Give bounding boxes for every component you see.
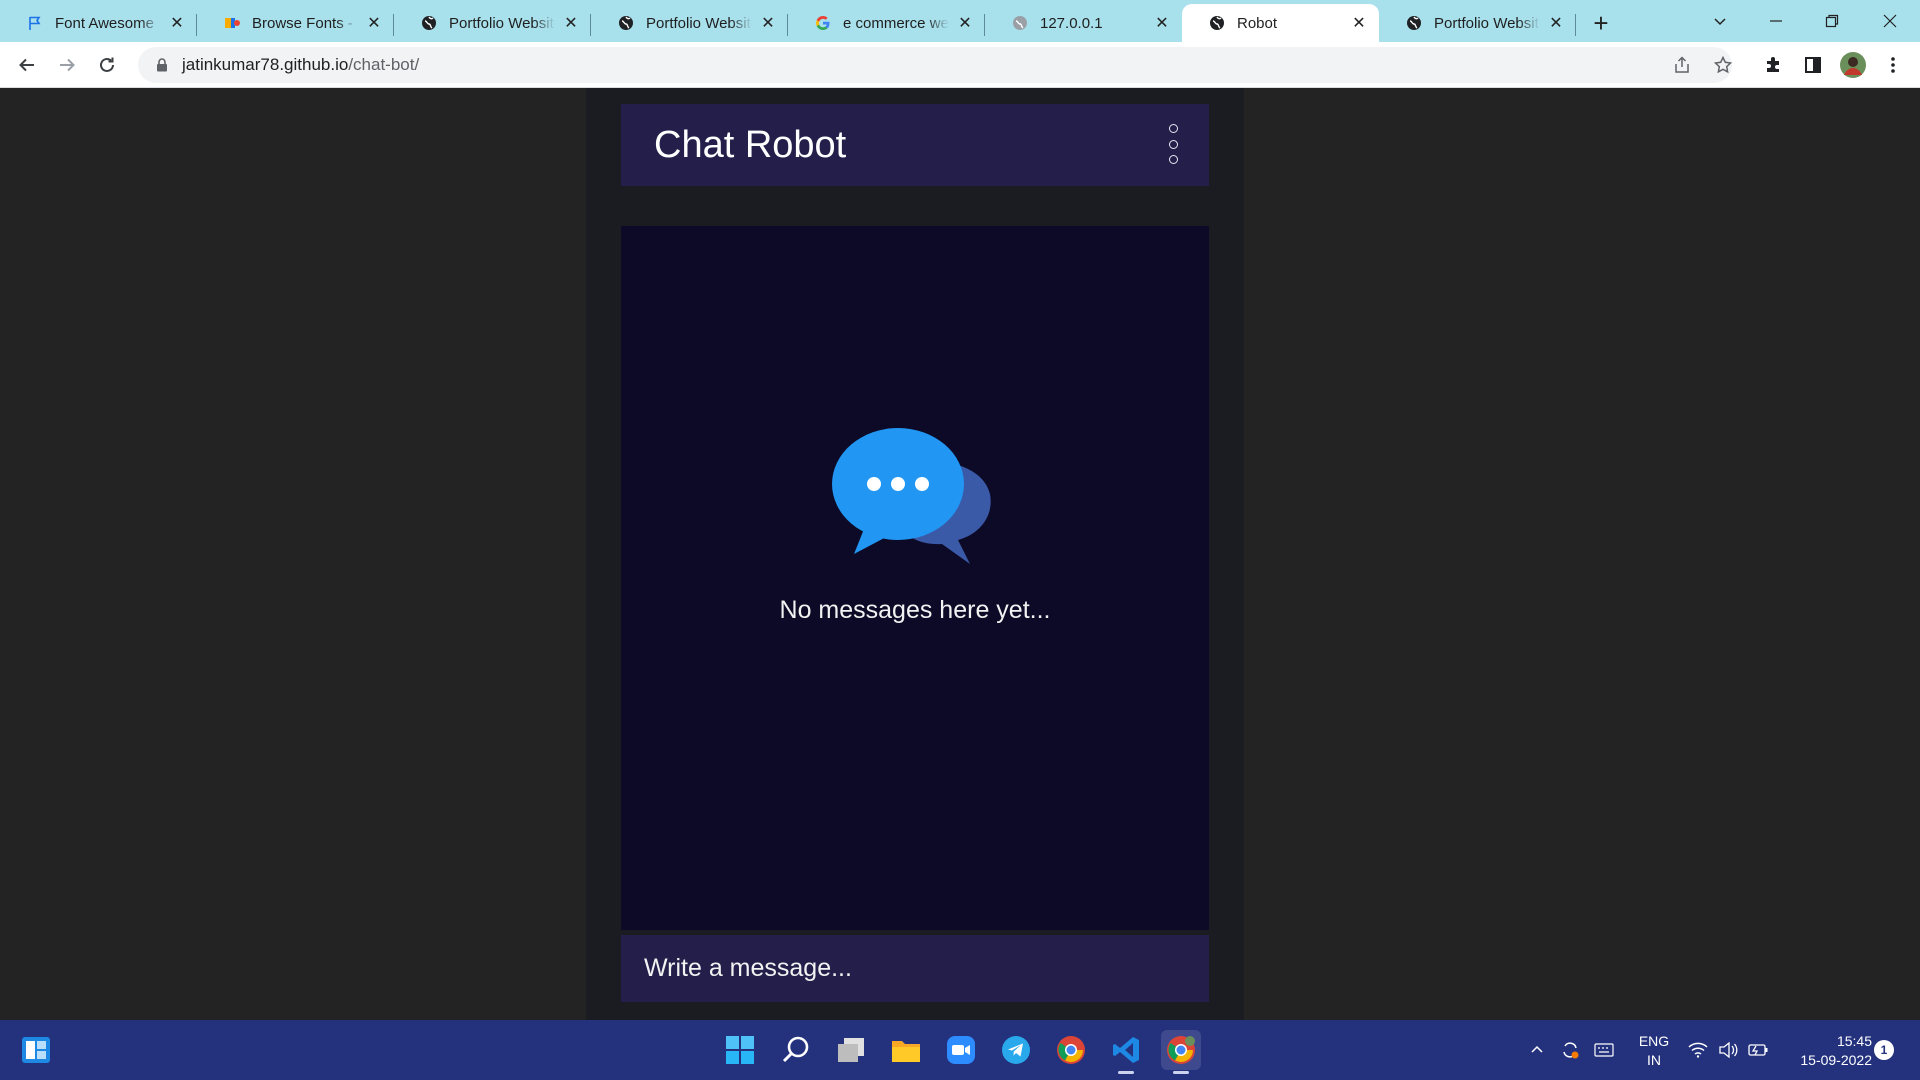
tab-close-icon[interactable]: ✕ [758, 13, 778, 33]
region-code: IN [1647, 1052, 1661, 1068]
reload-icon[interactable] [92, 50, 122, 80]
running-indicator [1118, 1071, 1134, 1074]
language-code: ENG [1638, 1033, 1670, 1049]
file-explorer-icon[interactable] [886, 1030, 926, 1070]
empty-state-text: No messages here yet... [779, 596, 1051, 624]
browser-toolbar: jatinkumar78.github.io/chat-bot/ [0, 42, 1920, 88]
clock-time: 15:45 [1836, 1033, 1872, 1049]
show-hidden-icons-chevron-icon[interactable] [1530, 1020, 1550, 1080]
forward-arrow-icon[interactable] [52, 50, 82, 80]
share-icon[interactable] [1667, 50, 1697, 80]
browser-tab[interactable]: Portfolio Website ✕ [394, 4, 591, 42]
lock-icon[interactable] [156, 58, 168, 72]
sync-icon[interactable] [1560, 1020, 1584, 1080]
restore-icon[interactable] [1812, 0, 1852, 42]
browser-tab[interactable]: Browse Fonts - Google Fonts ✕ [197, 4, 394, 42]
bookmark-star-icon[interactable] [1708, 50, 1738, 80]
tab-title: Robot [1237, 14, 1278, 32]
browser-menu-icon[interactable] [1878, 50, 1908, 80]
tab-search-chevron-icon[interactable] [1700, 0, 1740, 42]
windows-taskbar: ENG IN 15:45 15-09-2022 [0, 1020, 1920, 1080]
wifi-icon[interactable] [1688, 1020, 1712, 1080]
extensions-puzzle-icon[interactable] [1758, 50, 1788, 80]
volume-icon[interactable] [1718, 1020, 1742, 1080]
battery-icon[interactable] [1748, 1020, 1772, 1080]
telegram-icon[interactable] [996, 1030, 1036, 1070]
tab-close-icon[interactable]: ✕ [1349, 13, 1369, 33]
tab-title: 127.0.0.1 [1040, 14, 1103, 32]
side-panel-icon[interactable] [1798, 50, 1828, 80]
google-fonts-icon [223, 14, 241, 32]
system-clock[interactable]: 15:45 15-09-2022 [1776, 1032, 1872, 1070]
clock-date: 15-09-2022 [1800, 1052, 1872, 1068]
globe-icon [617, 14, 635, 32]
globe-icon [420, 14, 438, 32]
tab-close-icon[interactable]: ✕ [167, 13, 187, 33]
tab-title: Portfolio Website [1434, 14, 1540, 32]
chrome-icon[interactable] [1051, 1030, 1091, 1070]
browser-tab[interactable]: Portfolio Website ✕ [1379, 4, 1576, 42]
tab-close-icon[interactable]: ✕ [955, 13, 975, 33]
browser-tab[interactable]: Font Awesome ✕ [0, 4, 197, 42]
tab-title: Font Awesome [55, 14, 154, 32]
globe-icon [1208, 14, 1226, 32]
tab-close-icon[interactable]: ✕ [1546, 13, 1566, 33]
chat-bubbles-icon [832, 428, 991, 564]
chrome-profile-icon[interactable] [1161, 1030, 1201, 1074]
tab-close-icon[interactable]: ✕ [364, 13, 384, 33]
profile-avatar[interactable] [1838, 50, 1868, 80]
chat-header: Chat Robot [621, 104, 1209, 186]
tab-close-icon[interactable]: ✕ [1152, 13, 1172, 33]
flag-icon [26, 14, 44, 32]
minimize-icon[interactable] [1756, 0, 1796, 42]
close-window-icon[interactable] [1870, 0, 1910, 42]
message-area: No messages here yet... [621, 226, 1209, 930]
tab-title: Portfolio Website [646, 14, 752, 32]
browser-tab-strip: Font Awesome ✕ Browse Fonts - Google Fon… [0, 0, 1920, 42]
globe-icon [1405, 14, 1423, 32]
vscode-icon[interactable] [1106, 1030, 1146, 1074]
google-icon [814, 14, 832, 32]
tab-title: e commerce website [843, 14, 949, 32]
input-language[interactable]: ENG IN [1636, 1032, 1672, 1070]
browser-tab[interactable]: e commerce website ✕ [788, 4, 985, 42]
back-arrow-icon[interactable] [12, 50, 42, 80]
options-menu-icon[interactable] [1167, 124, 1179, 164]
chat-app: Chat Robot No messages here yet... Write… [586, 88, 1244, 1020]
browser-tab[interactable]: 127.0.0.1 ✕ [985, 4, 1182, 42]
new-tab-button[interactable]: + [1582, 4, 1620, 42]
app-title: Chat Robot [654, 123, 847, 166]
url-path: /chat-bot/ [348, 55, 420, 74]
task-view-icon[interactable] [831, 1030, 871, 1070]
keyboard-icon[interactable] [1594, 1020, 1618, 1080]
browser-tab[interactable]: Portfolio Website ✕ [591, 4, 788, 42]
zoom-icon[interactable] [941, 1030, 981, 1070]
tab-title: Browse Fonts - Google Fonts [252, 14, 358, 32]
notification-badge[interactable]: 1 [1874, 1040, 1894, 1060]
widgets-icon[interactable] [16, 1030, 56, 1070]
tab-title: Portfolio Website [449, 14, 555, 32]
address-bar[interactable]: jatinkumar78.github.io/chat-bot/ [138, 47, 1732, 83]
tab-close-icon[interactable]: ✕ [561, 13, 581, 33]
empty-state: No messages here yet... [621, 426, 1209, 625]
running-indicator [1173, 1071, 1189, 1074]
page-viewport: Chat Robot No messages here yet... Write… [0, 88, 1920, 1020]
message-input[interactable]: Write a message... [621, 935, 1209, 1002]
start-icon[interactable] [720, 1030, 760, 1070]
browser-tab-active[interactable]: Robot ✕ [1182, 4, 1379, 42]
url-host: jatinkumar78.github.io [182, 55, 349, 74]
globe-gray-icon [1011, 14, 1029, 32]
search-icon[interactable] [776, 1030, 816, 1070]
